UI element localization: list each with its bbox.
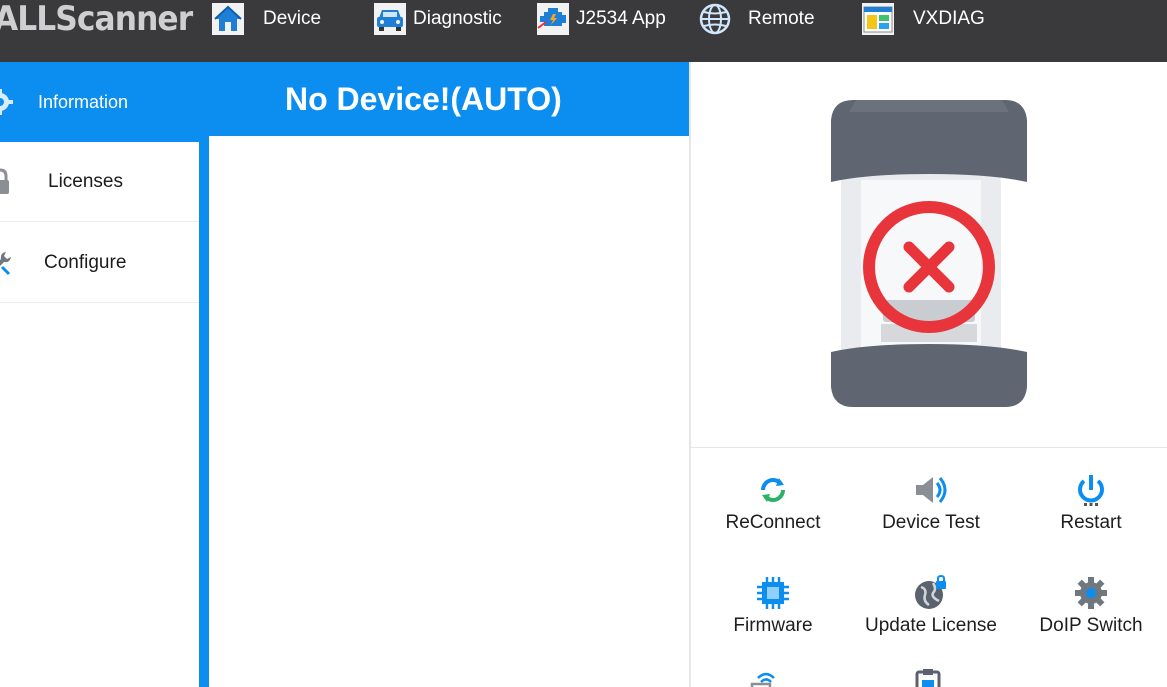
device-test-label: Device Test	[882, 512, 980, 533]
gear-icon	[0, 88, 14, 116]
doip-switch-button[interactable]: DoIP Switch	[1011, 561, 1167, 657]
power-icon	[1073, 472, 1109, 508]
device-info-panel	[209, 136, 689, 687]
sidebar-item-label: Licenses	[48, 171, 123, 192]
reconnect-icon	[755, 472, 791, 508]
sidebar-item-label: Configure	[44, 252, 127, 273]
gear-icon	[1073, 575, 1109, 611]
nav-j2534-label: J2534 App	[576, 8, 666, 29]
page-title: No Device!(AUTO)	[285, 81, 562, 117]
device-image	[691, 62, 1167, 448]
sidebar-item-label: Information	[38, 92, 129, 112]
clipboard-device-icon[interactable]	[910, 668, 946, 687]
doip-switch-label: DoIP Switch	[1039, 615, 1143, 636]
sidebar: Information Licenses Configure	[0, 62, 199, 687]
actions-divider	[691, 447, 1167, 448]
nav-j2534-app[interactable]: J2534 App	[536, 0, 666, 38]
firmware-label: Firmware	[733, 615, 813, 636]
restart-label: Restart	[1060, 512, 1122, 533]
home-icon	[211, 2, 245, 36]
sidebar-divider	[199, 62, 209, 687]
chip-icon	[755, 575, 791, 611]
nav-remote[interactable]: Remote	[698, 0, 815, 38]
firmware-button[interactable]: Firmware	[693, 561, 853, 657]
speaker-icon	[913, 472, 949, 508]
lock-icon	[0, 168, 14, 196]
reconnect-label: ReConnect	[725, 512, 821, 533]
error-x-icon	[869, 207, 989, 327]
window-icon	[861, 2, 895, 36]
nav-diagnostic-label: Diagnostic	[413, 8, 502, 29]
top-bar: ALLScanner Device Diagnostic J2534 App R…	[0, 0, 1167, 62]
engine-icon	[536, 2, 570, 36]
wifi-device-icon[interactable]	[748, 668, 784, 687]
restart-button[interactable]: Restart	[1011, 458, 1167, 554]
globe-icon	[698, 2, 732, 36]
nav-vxdiag[interactable]: VXDIAG	[861, 0, 985, 38]
sidebar-item-configure[interactable]: Configure	[0, 223, 199, 303]
app-window: ALLScanner Device Diagnostic J2534 App R…	[0, 0, 1167, 687]
car-icon	[373, 2, 407, 36]
nav-vxdiag-label: VXDIAG	[913, 8, 985, 29]
update-license-label: Update License	[864, 615, 998, 636]
update-license-button[interactable]: Update License	[851, 561, 1011, 657]
wrench-icon	[0, 249, 14, 277]
reconnect-button[interactable]: ReConnect	[693, 458, 853, 554]
nav-device[interactable]: Device	[211, 0, 321, 38]
main-header: No Device!(AUTO)	[209, 62, 689, 136]
globe-lock-icon	[913, 575, 949, 611]
device-test-button[interactable]: Device Test	[851, 458, 1011, 554]
nav-remote-label: Remote	[748, 8, 815, 29]
nav-diagnostic[interactable]: Diagnostic	[373, 0, 502, 38]
sidebar-item-information[interactable]: Information	[0, 62, 199, 142]
brand-logo: ALLScanner	[0, 0, 193, 39]
sidebar-item-licenses[interactable]: Licenses	[0, 142, 199, 222]
nav-device-label: Device	[263, 8, 322, 29]
